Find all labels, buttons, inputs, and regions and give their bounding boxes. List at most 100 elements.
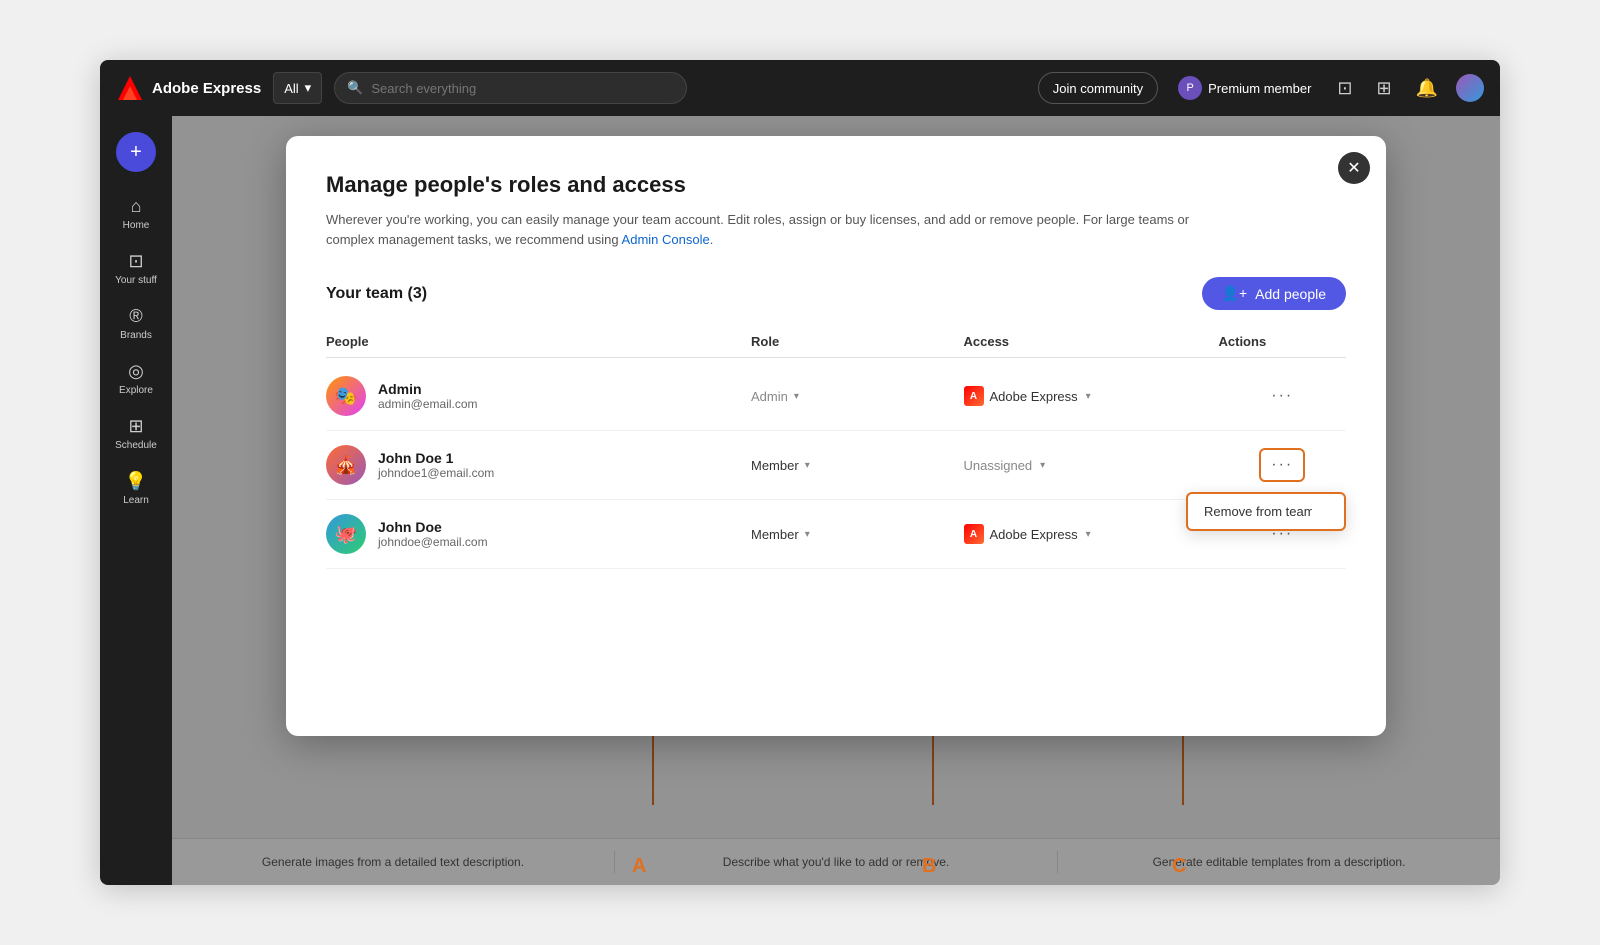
actions-menu-john1[interactable]: ··· (1259, 448, 1305, 482)
person-name-john: John Doe (378, 519, 488, 535)
access-chevron-admin[interactable]: ▾ (1086, 391, 1091, 402)
join-community-button[interactable]: Join community (1038, 72, 1158, 104)
premium-member-button[interactable]: P Premium member (1170, 72, 1319, 104)
sidebar-item-your-stuff[interactable]: ⊡ Your stuff (106, 243, 166, 294)
sidebar-explore-label: Explore (119, 385, 153, 396)
role-cell-admin: Admin ▾ (751, 389, 964, 404)
main-layout: + ⌂ Home ⊡ Your stuff ® Brands ◎ Explore… (100, 116, 1500, 885)
dropdown-chevron-icon: ▾ (305, 80, 312, 96)
col-header-actions: Actions (1219, 334, 1347, 349)
actions-cell-john1: ··· Remove from team (1219, 448, 1347, 482)
sidebar-item-learn[interactable]: 💡 Learn (106, 463, 166, 514)
access-chevron-john1[interactable]: ▾ (1040, 460, 1045, 471)
sidebar-item-brands[interactable]: ® Brands (106, 298, 166, 349)
col-header-role: Role (751, 334, 964, 349)
modal-description-text: Wherever you're working, you can easily … (326, 212, 1189, 247)
dropdown-menu-john1: Remove from team (1186, 492, 1346, 531)
person-cell-john: 🐙 John Doe johndoe@email.com (326, 514, 751, 554)
explore-icon: ◎ (128, 361, 144, 382)
avatar-john: 🐙 (326, 514, 366, 554)
access-cell-john: A Adobe Express ▾ (964, 524, 1219, 544)
add-people-button[interactable]: 👤+ Add people (1202, 277, 1346, 310)
remove-from-team-option[interactable]: Remove from team (1188, 494, 1344, 529)
table-row: 🎭 Admin admin@email.com Admin ▾ A (326, 362, 1346, 431)
role-cell-john: Member ▾ (751, 527, 964, 542)
sidebar-home-label: Home (123, 220, 150, 231)
role-chevron-john1[interactable]: ▾ (805, 460, 810, 471)
add-people-label: Add people (1255, 286, 1326, 302)
person-cell-john1: 🎪 John Doe 1 johndoe1@email.com (326, 445, 751, 485)
actions-cell-admin: ··· (1219, 381, 1347, 411)
adobe-logo-icon (116, 74, 144, 102)
your-stuff-icon: ⊡ (128, 251, 143, 272)
table-header: People Role Access Actions (326, 326, 1346, 358)
role-chevron-admin[interactable]: ▾ (794, 391, 799, 402)
sidebar-your-stuff-label: Your stuff (115, 275, 157, 286)
dropdown-label: All (284, 81, 298, 96)
role-label-admin: Admin (751, 389, 788, 404)
home-icon: ⌂ (131, 196, 142, 217)
sidebar-brands-label: Brands (120, 330, 152, 341)
person-name-admin: Admin (378, 381, 478, 397)
sidebar: + ⌂ Home ⊡ Your stuff ® Brands ◎ Explore… (100, 116, 172, 885)
navbar: Adobe Express All ▾ 🔍 Join community P P… (100, 60, 1500, 116)
premium-member-label: Premium member (1208, 81, 1311, 96)
sidebar-learn-label: Learn (123, 495, 149, 506)
person-cell-admin: 🎭 Admin admin@email.com (326, 376, 751, 416)
modal-close-button[interactable]: ✕ (1338, 152, 1370, 184)
person-email-admin: admin@email.com (378, 397, 478, 411)
bell-icon[interactable]: 🔔 (1410, 78, 1444, 99)
table-row: 🎪 John Doe 1 johndoe1@email.com Member ▾… (326, 431, 1346, 500)
avatar-admin: 🎭 (326, 376, 366, 416)
add-person-icon: 👤+ (1222, 285, 1248, 302)
access-cell-john1: Unassigned ▾ (964, 458, 1219, 473)
sidebar-add-button[interactable]: + (116, 132, 156, 172)
team-header: Your team (3) 👤+ Add people (326, 277, 1346, 310)
user-avatar[interactable] (1456, 74, 1484, 102)
team-title: Your team (3) (326, 285, 427, 303)
person-email-john: johndoe@email.com (378, 535, 488, 549)
actions-menu-admin[interactable]: ··· (1261, 381, 1303, 411)
person-info-admin: Admin admin@email.com (378, 381, 478, 411)
sidebar-item-explore[interactable]: ◎ Explore (106, 353, 166, 404)
search-bar[interactable]: 🔍 (334, 72, 687, 104)
col-header-people: People (326, 334, 751, 349)
person-name-john1: John Doe 1 (378, 450, 494, 466)
main-content: ✕ Manage people's roles and access Where… (172, 116, 1500, 885)
schedule-icon: ⊞ (128, 416, 143, 437)
sidebar-item-schedule[interactable]: ⊞ Schedule (106, 408, 166, 459)
navbar-all-dropdown[interactable]: All ▾ (273, 72, 322, 104)
person-info-john1: John Doe 1 johndoe1@email.com (378, 450, 494, 480)
manage-roles-modal: ✕ Manage people's roles and access Where… (286, 136, 1386, 736)
search-icon: 🔍 (347, 80, 363, 96)
learn-icon: 💡 (125, 471, 147, 492)
sidebar-item-home[interactable]: ⌂ Home (106, 188, 166, 239)
col-header-access: Access (964, 334, 1219, 349)
brands-icon: ® (129, 306, 142, 327)
access-text-admin: Adobe Express (990, 389, 1078, 404)
role-label-john: Member (751, 527, 799, 542)
apps-icon[interactable]: ⊞ (1371, 78, 1398, 99)
person-info-john: John Doe johndoe@email.com (378, 519, 488, 549)
adobe-express-logo-john: A (964, 524, 984, 544)
search-input[interactable] (371, 81, 674, 96)
adobe-express-logo-admin: A (964, 386, 984, 406)
access-text-john: Adobe Express (990, 527, 1078, 542)
access-unassigned-john1: Unassigned (964, 458, 1033, 473)
access-chevron-john[interactable]: ▾ (1086, 529, 1091, 540)
cast-icon[interactable]: ⊡ (1331, 78, 1358, 99)
modal-description: Wherever you're working, you can easily … (326, 210, 1226, 249)
modal-title: Manage people's roles and access (326, 172, 1346, 198)
modal-overlay: ✕ Manage people's roles and access Where… (172, 116, 1500, 885)
browser-window: Adobe Express All ▾ 🔍 Join community P P… (100, 60, 1500, 885)
admin-console-link[interactable]: Admin Console (622, 232, 710, 247)
plus-icon: + (130, 141, 142, 164)
access-cell-admin: A Adobe Express ▾ (964, 386, 1219, 406)
navbar-logo: Adobe Express (116, 74, 261, 102)
role-cell-john1: Member ▾ (751, 458, 964, 473)
premium-avatar-icon: P (1178, 76, 1202, 100)
person-email-john1: johndoe1@email.com (378, 466, 494, 480)
role-label-john1: Member (751, 458, 799, 473)
role-chevron-john[interactable]: ▾ (805, 529, 810, 540)
avatar-john1: 🎪 (326, 445, 366, 485)
